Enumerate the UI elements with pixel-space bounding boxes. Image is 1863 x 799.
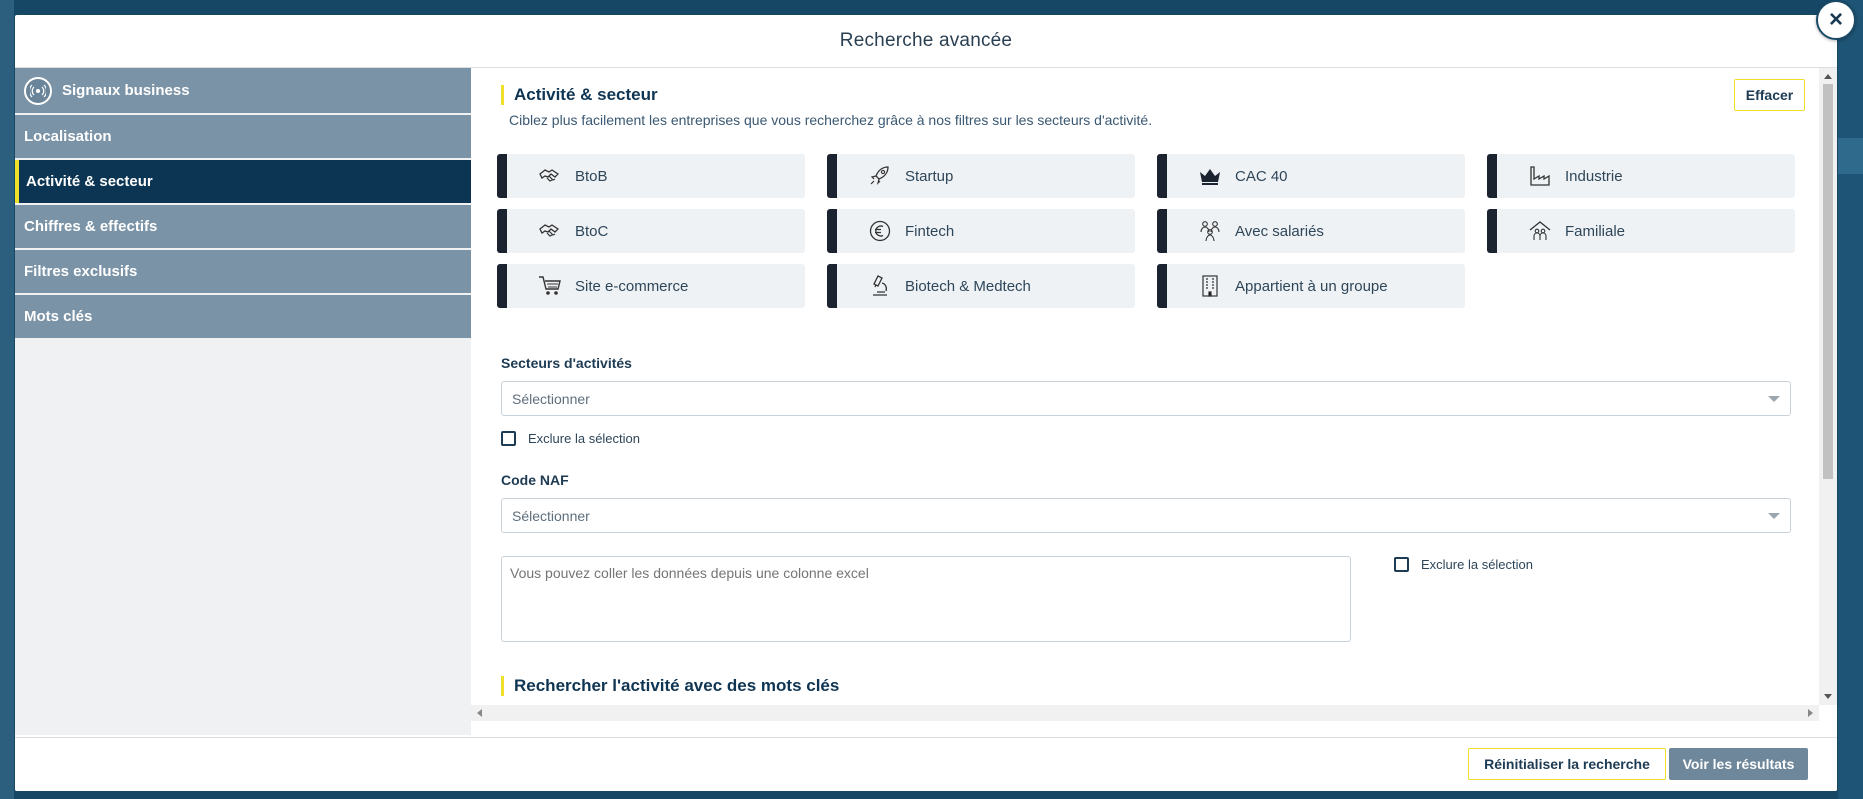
sectors-exclude-label: Exclure la sélection: [528, 431, 640, 446]
tile-fintech[interactable]: Fintech: [827, 209, 1135, 253]
tile-label: Startup: [905, 167, 954, 185]
tile-appartient-groupe[interactable]: Appartient à un groupe: [1157, 264, 1465, 308]
sidebar-item-label: Signaux business: [62, 82, 190, 99]
factory-icon: [1527, 165, 1553, 187]
tile-industrie[interactable]: Industrie: [1487, 154, 1795, 198]
tile-label: Appartient à un groupe: [1235, 277, 1388, 295]
handshake-icon: [537, 220, 563, 242]
sidebar-item-activite-secteur[interactable]: Activité & secteur: [15, 160, 471, 203]
tile-label: Site e-commerce: [575, 277, 689, 295]
tile-label: Industrie: [1565, 167, 1623, 185]
sectors-label: Secteurs d'activités: [501, 355, 632, 371]
naf-label: Code NAF: [501, 472, 569, 488]
scroll-left-icon[interactable]: [477, 709, 482, 717]
euro-icon: [867, 220, 893, 242]
crown-icon: [1197, 165, 1223, 187]
sidebar-item-localisation[interactable]: Localisation: [15, 115, 471, 158]
scroll-up-icon[interactable]: [1824, 74, 1832, 79]
tile-biotech-medtech[interactable]: Biotech & Medtech: [827, 264, 1135, 308]
horizontal-scrollbar[interactable]: [471, 705, 1819, 721]
tile-site-ecommerce[interactable]: Site e-commerce: [497, 264, 805, 308]
scroll-down-icon[interactable]: [1824, 694, 1832, 699]
tile-label: BtoC: [575, 222, 609, 240]
view-results-button[interactable]: Voir les résultats: [1669, 748, 1808, 780]
section-description: Ciblez plus facilement les entreprises q…: [509, 112, 1153, 128]
section-title: Activité & secteur: [501, 85, 658, 105]
modal-header: Recherche avancée: [15, 15, 1837, 68]
sectors-select[interactable]: Sélectionner: [501, 381, 1791, 416]
sectors-select-value: Sélectionner: [512, 390, 590, 407]
family-house-icon: [1527, 220, 1553, 242]
tile-label: Familiale: [1565, 222, 1626, 240]
naf-exclude-row[interactable]: Exclure la sélection: [1394, 557, 1533, 572]
naf-paste-textarea[interactable]: [501, 556, 1351, 642]
reset-search-button[interactable]: Réinitialiser la recherche: [1468, 748, 1666, 780]
sidebar-item-label: Filtres exclusifs: [24, 263, 138, 280]
filter-scroll-area[interactable]: Activité & secteur Ciblez plus facilemen…: [471, 68, 1819, 705]
filter-content-panel: Activité & secteur Ciblez plus facilemen…: [471, 68, 1837, 721]
chevron-down-icon: [1768, 513, 1780, 519]
sidebar-item-label: Localisation: [24, 128, 112, 145]
modal-title: Recherche avancée: [839, 30, 1013, 51]
rocket-icon: [867, 165, 893, 187]
tile-btoc[interactable]: BtoC: [497, 209, 805, 253]
tile-startup[interactable]: Startup: [827, 154, 1135, 198]
sidebar-item-mots-cles[interactable]: Mots clés: [15, 295, 471, 338]
sidebar-item-chiffres-effectifs[interactable]: Chiffres & effectifs: [15, 205, 471, 248]
clear-button[interactable]: Effacer: [1734, 79, 1805, 111]
sidebar-item-signaux-business[interactable]: Signaux business: [15, 68, 471, 113]
sectors-exclude-checkbox[interactable]: [501, 431, 516, 446]
sidebar-item-label: Chiffres & effectifs: [24, 218, 158, 235]
backdrop-left-strip: [0, 0, 14, 799]
backdrop-right-strip: [1838, 0, 1863, 799]
advanced-search-modal: Recherche avancée Signaux business Local…: [15, 15, 1837, 791]
sidebar-item-filtres-exclusifs[interactable]: Filtres exclusifs: [15, 250, 471, 293]
tile-cac40[interactable]: CAC 40: [1157, 154, 1465, 198]
scrollbar-thumb[interactable]: [1823, 84, 1833, 479]
building-icon: [1197, 275, 1223, 297]
modal-footer: Réinitialiser la recherche Voir les résu…: [15, 737, 1837, 791]
sectors-exclude-row[interactable]: Exclure la sélection: [501, 431, 640, 446]
naf-exclude-label: Exclure la sélection: [1421, 557, 1533, 572]
tile-label: BtoB: [575, 167, 608, 185]
tile-label: Fintech: [905, 222, 955, 240]
sidebar-item-label: Activité & secteur: [26, 173, 153, 190]
vertical-scrollbar[interactable]: [1819, 68, 1837, 705]
cart-icon: [537, 275, 563, 297]
naf-select-value: Sélectionner: [512, 507, 590, 524]
sidebar-item-label: Mots clés: [24, 308, 93, 325]
close-icon[interactable]: ×: [1816, 0, 1856, 40]
keywords-section-title: Rechercher l'activité avec des mots clés: [501, 676, 839, 696]
tile-label: Avec salariés: [1235, 222, 1324, 240]
people-icon: [1197, 220, 1223, 242]
tile-btob[interactable]: BtoB: [497, 154, 805, 198]
filter-sidebar: Signaux business Localisation Activité &…: [15, 68, 471, 735]
backdrop-right-block: [1838, 138, 1863, 174]
microscope-icon: [867, 275, 893, 297]
signal-icon: [24, 76, 52, 105]
tile-label: CAC 40: [1235, 167, 1288, 185]
tile-familiale[interactable]: Familiale: [1487, 209, 1795, 253]
naf-exclude-checkbox[interactable]: [1394, 557, 1409, 572]
chevron-down-icon: [1768, 396, 1780, 402]
scroll-right-icon[interactable]: [1808, 709, 1813, 717]
tile-label: Biotech & Medtech: [905, 277, 1031, 295]
handshake-icon: [537, 165, 563, 187]
tile-avec-salaries[interactable]: Avec salariés: [1157, 209, 1465, 253]
naf-select[interactable]: Sélectionner: [501, 498, 1791, 533]
